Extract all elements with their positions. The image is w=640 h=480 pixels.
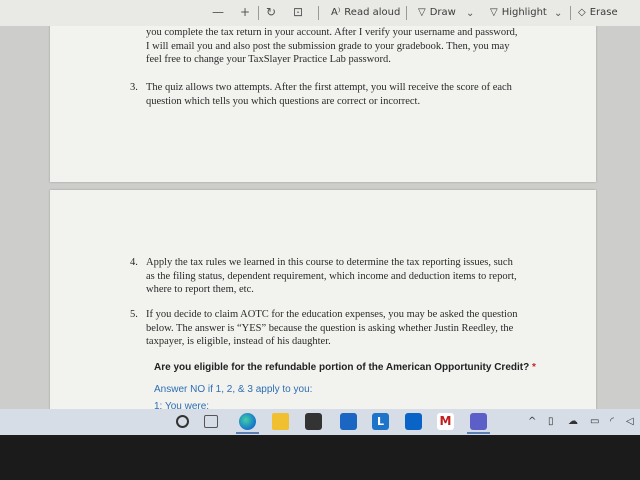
- text-line: you complete the tax return in your acco…: [146, 27, 518, 38]
- active-app-indicator: [236, 432, 259, 434]
- toolbar-separator: [406, 6, 407, 20]
- fit-page-icon[interactable]: ⊡: [293, 5, 303, 19]
- question-title: Are you eligible for the refundable port…: [154, 362, 536, 373]
- text-line: below. The answer is “YES” because the q…: [146, 322, 514, 334]
- teams-icon[interactable]: [470, 413, 487, 430]
- task-view-icon[interactable]: [204, 415, 218, 428]
- list-number: 3.: [130, 82, 138, 93]
- pdf-page-1: you complete the tax return in your acco…: [50, 26, 596, 182]
- read-aloud-button[interactable]: A⁾ Read aloud: [331, 6, 400, 20]
- list-number: 4.: [130, 257, 138, 268]
- read-aloud-icon: A⁾: [331, 7, 341, 18]
- windows-taskbar: L M ^ ▯ ☁ ▭ ◜ ◁: [0, 409, 640, 435]
- required-mark: *: [532, 362, 536, 373]
- list-item-5: 5. If you decide to claim AOTC for the e…: [130, 308, 570, 350]
- onedrive-icon[interactable]: ☁: [568, 416, 578, 428]
- pen-workspace-icon[interactable]: ▯: [548, 416, 554, 428]
- mail-icon[interactable]: [340, 413, 357, 430]
- question-first-item: 1: You were:: [154, 401, 210, 409]
- monitor-bezel: [0, 435, 640, 480]
- text-line: as the filing status, dependent requirem…: [146, 270, 517, 282]
- plus-icon[interactable]: +: [240, 5, 250, 19]
- volume-icon[interactable]: ◁: [626, 416, 634, 428]
- text-line: question which tells you which questions…: [146, 95, 421, 107]
- list-item-4: 4. Apply the tax rules we learned in thi…: [130, 256, 570, 298]
- erase-button[interactable]: ◇ Erase: [578, 6, 618, 20]
- text-line: I will email you and also post the submi…: [146, 40, 510, 52]
- chevron-up-icon[interactable]: ^: [528, 416, 536, 428]
- question-subtitle: Answer NO if 1, 2, & 3 apply to you:: [154, 384, 313, 395]
- highlight-label: Highlight: [501, 7, 547, 18]
- search-icon[interactable]: [176, 415, 189, 428]
- draw-icon: ▽: [418, 7, 426, 18]
- text-line: taxpayer, is eligible, instead of his da…: [146, 336, 331, 347]
- rotate-icon[interactable]: ↻: [266, 5, 276, 19]
- minus-icon[interactable]: —: [212, 5, 224, 19]
- text-line: where to report them, etc.: [146, 284, 254, 295]
- chevron-down-icon[interactable]: ⌄: [466, 7, 474, 21]
- edge-browser-icon[interactable]: [239, 413, 256, 430]
- text-line: feel free to change your TaxSlayer Pract…: [146, 54, 391, 65]
- paragraph-continuation: you complete the tax return in your acco…: [146, 26, 517, 67]
- active-app-indicator: [467, 432, 490, 434]
- mcafee-icon[interactable]: M: [437, 413, 454, 430]
- document-area[interactable]: you complete the tax return in your acco…: [0, 26, 640, 409]
- toolbar-separator: [318, 6, 319, 20]
- toolbar-separator: [570, 6, 571, 20]
- wifi-icon[interactable]: ◜: [610, 416, 614, 428]
- outlook-icon[interactable]: [405, 413, 422, 430]
- draw-button[interactable]: ▽ Draw: [418, 6, 456, 20]
- text-line: Apply the tax rules we learned in this c…: [146, 257, 513, 268]
- highlight-icon: ▽: [490, 7, 498, 18]
- l-app-icon[interactable]: L: [372, 413, 389, 430]
- highlight-button[interactable]: ▽ Highlight: [490, 6, 547, 20]
- list-item-text: Apply the tax rules we learned in this c…: [146, 256, 517, 297]
- toolbar-separator: [258, 6, 259, 20]
- list-item-text: The quiz allows two attempts. After the …: [146, 81, 512, 108]
- eraser-icon: ◇: [578, 7, 586, 18]
- text-line: The quiz allows two attempts. After the …: [146, 82, 512, 93]
- pdf-toolbar: — + ↻ ⊡ A⁾ Read aloud ▽ Draw ⌄ ▽ Highlig…: [0, 0, 640, 26]
- draw-label: Draw: [429, 7, 456, 18]
- store-icon[interactable]: [305, 413, 322, 430]
- list-number: 5.: [130, 309, 138, 320]
- question-text: Are you eligible for the refundable port…: [154, 362, 530, 373]
- chevron-down-icon[interactable]: ⌄: [554, 7, 562, 21]
- battery-icon[interactable]: ▭: [590, 416, 599, 428]
- read-aloud-label: Read aloud: [344, 7, 401, 18]
- text-line: If you decide to claim AOTC for the educ…: [146, 309, 518, 320]
- file-explorer-icon[interactable]: [272, 413, 289, 430]
- list-item-3: 3. The quiz allows two attempts. After t…: [130, 81, 570, 111]
- erase-label: Erase: [589, 7, 618, 18]
- pdf-page-2: 4. Apply the tax rules we learned in thi…: [50, 190, 596, 409]
- list-item-text: If you decide to claim AOTC for the educ…: [146, 308, 517, 349]
